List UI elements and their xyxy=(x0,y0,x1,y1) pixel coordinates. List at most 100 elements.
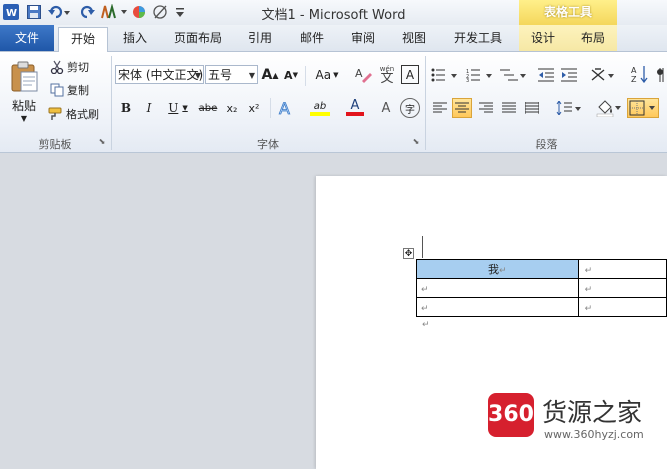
text-effects-icon: A xyxy=(279,99,291,117)
multilevel-list-button[interactable] xyxy=(499,66,529,84)
subscript-icon: x₂ xyxy=(226,101,238,115)
sort-button[interactable]: AZ xyxy=(629,64,651,84)
cell-mark: ↵ xyxy=(421,303,429,314)
numbering-button[interactable]: 123 xyxy=(465,66,495,84)
pilcrow-icon xyxy=(657,68,664,82)
numbered-list-icon: 123 xyxy=(466,69,492,82)
superscript-button[interactable]: x² xyxy=(245,99,263,117)
bullets-button[interactable] xyxy=(430,66,460,84)
tab-layout[interactable]: 布局 xyxy=(572,27,614,50)
clear-format-button[interactable]: A xyxy=(354,64,372,84)
paragraph-group-label: 段落 xyxy=(535,138,558,151)
shrink-font-button[interactable]: A ▼ xyxy=(282,66,300,84)
align-left-button[interactable] xyxy=(431,99,449,117)
table-cell[interactable]: ↵ xyxy=(577,278,667,298)
decrease-indent-button[interactable] xyxy=(537,66,555,84)
justify-button[interactable] xyxy=(500,99,518,117)
table-cell[interactable]: ↵ xyxy=(577,259,667,279)
cell-mark: ↵ xyxy=(584,284,593,295)
shading-button[interactable] xyxy=(595,98,623,118)
align-center-button[interactable] xyxy=(452,98,472,118)
text-effects-button[interactable]: A xyxy=(276,98,298,118)
cell-mark: ↵ xyxy=(584,265,593,276)
watermark-title: 货源之家 xyxy=(542,398,643,427)
svg-text:A: A xyxy=(355,67,363,80)
tab-page-layout[interactable]: 页面布局 xyxy=(167,27,229,50)
cell-mark: ↵ xyxy=(584,303,593,314)
table-cell[interactable]: ↵ xyxy=(416,297,579,317)
font-name-combo[interactable]: 宋体 (中文正文) ▼ xyxy=(115,65,204,84)
table-row: 我↵ ↵ xyxy=(416,259,667,279)
increase-indent-button[interactable] xyxy=(560,66,578,84)
decrease-indent-icon xyxy=(538,68,554,82)
separator xyxy=(270,98,271,118)
table-cell[interactable]: 我↵ xyxy=(416,259,579,279)
watermark-url: www.360hyzj.com xyxy=(544,428,644,441)
show-marks-button[interactable] xyxy=(656,66,666,84)
bold-icon: B xyxy=(120,101,132,115)
watermark-logo: 360 xyxy=(488,393,534,437)
distributed-button[interactable] xyxy=(523,99,541,117)
tab-file[interactable]: 文件 xyxy=(0,25,54,51)
highlight-button[interactable]: ab xyxy=(305,98,335,118)
line-spacing-button[interactable] xyxy=(555,99,583,117)
tab-view[interactable]: 视图 xyxy=(394,27,434,50)
format-painter-icon xyxy=(48,107,62,120)
clipboard-launcher-icon[interactable]: ⬊ xyxy=(97,136,107,146)
paste-label: 粘贴 xyxy=(11,99,36,113)
underline-icon: U xyxy=(168,101,179,115)
copy-icon xyxy=(50,83,64,97)
cell-mark: ↵ xyxy=(499,266,507,276)
phonetic-icon: 文 xyxy=(380,71,394,86)
tab-developer[interactable]: 开发工具 xyxy=(446,27,510,50)
phonetic-guide-button[interactable]: wén 文 xyxy=(377,64,397,86)
font-color-button[interactable]: A xyxy=(340,98,370,118)
table-cell[interactable]: ↵ xyxy=(416,278,579,298)
font-size-value: 五号 xyxy=(208,68,233,82)
clipboard-icon xyxy=(11,61,38,92)
table-row: ↵ ↵ xyxy=(416,297,667,317)
table-cell[interactable]: ↵ xyxy=(577,297,667,317)
ribbon-tabs: 文件 开始 插入 页面布局 引用 邮件 审阅 视图 开发工具 设计 布局 xyxy=(0,25,667,52)
table-move-handle-icon[interactable]: ✥ xyxy=(403,248,414,259)
italic-button[interactable]: I xyxy=(141,99,157,117)
underline-button[interactable]: U ▼ xyxy=(165,99,191,117)
clear-format-icon: A xyxy=(355,67,372,83)
tab-home[interactable]: 开始 xyxy=(58,27,108,52)
tab-review[interactable]: 审阅 xyxy=(343,27,383,50)
font-launcher-icon[interactable]: ⬊ xyxy=(411,136,421,146)
character-border-button[interactable]: A xyxy=(401,65,419,84)
tab-design[interactable]: 设计 xyxy=(522,27,564,50)
font-name-value: 宋体 (中文正文) xyxy=(118,68,204,82)
copy-button[interactable]: 复制 xyxy=(50,81,106,99)
grow-font-button[interactable]: A ▲ xyxy=(261,66,279,84)
font-size-combo[interactable]: 五号 ▼ xyxy=(205,65,258,84)
increase-indent-icon xyxy=(561,68,577,82)
format-painter-button[interactable]: 格式刷 xyxy=(48,105,108,123)
paste-button[interactable]: 粘贴 ▼ xyxy=(4,56,44,128)
tab-mailings[interactable]: 邮件 xyxy=(292,27,332,50)
subscript-button[interactable]: x₂ xyxy=(223,99,241,117)
change-case-button[interactable]: Aa ▼ xyxy=(313,66,341,84)
font-group-label: 字体 xyxy=(257,138,279,151)
superscript-icon: x² xyxy=(248,101,260,115)
line-spacing-icon xyxy=(556,101,581,115)
tab-references[interactable]: 引用 xyxy=(240,27,280,50)
enclose-characters-button[interactable]: 字 xyxy=(400,98,420,118)
ribbon-home: 粘贴 ▼ 剪切 复制 格式刷 剪贴板 ⬊ 宋体 (中文正文) ▼ 五号 ▼ A ▲ A… xyxy=(0,52,667,153)
align-right-button[interactable] xyxy=(477,99,495,117)
shrink-font-icon: A xyxy=(284,68,293,82)
character-shading-button[interactable]: A xyxy=(376,100,396,116)
bold-button[interactable]: B xyxy=(118,99,134,117)
align-center-icon xyxy=(455,102,469,113)
paint-bucket-icon xyxy=(596,100,621,117)
separator xyxy=(305,66,306,86)
chinese-layout-button[interactable] xyxy=(589,66,617,84)
enclose-characters-icon: 字 xyxy=(405,104,415,116)
tab-insert[interactable]: 插入 xyxy=(115,27,155,50)
borders-button[interactable] xyxy=(627,98,659,118)
chinese-layout-icon xyxy=(591,68,614,81)
cut-button[interactable]: 剪切 xyxy=(50,58,106,76)
cut-label: 剪切 xyxy=(67,61,89,74)
strikethrough-button[interactable]: abe xyxy=(197,99,219,117)
